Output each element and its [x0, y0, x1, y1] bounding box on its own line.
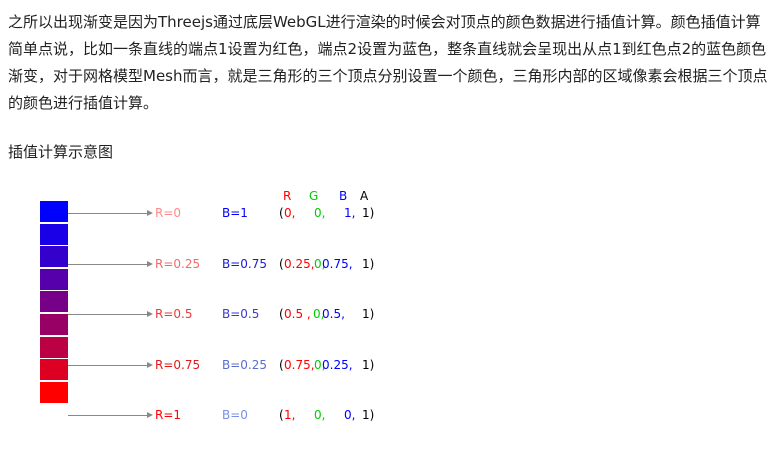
tuple-a-value: 1): [362, 307, 375, 321]
tuple-open-paren: (: [279, 257, 284, 271]
section-title: 插值计算示意图: [8, 143, 114, 161]
blue-value-label: B=0.5: [222, 307, 260, 321]
tuple-open-paren: (: [279, 307, 284, 321]
red-value-label: R=0: [155, 206, 182, 220]
arrow-head-icon: [147, 210, 153, 216]
gradient-cell: [40, 291, 68, 313]
interpolation-diagram: R G B A R=0 B=1 (0, 0, 1, 1) R=0.25 B=0.75 (0.25…: [0, 180, 777, 450]
arrow-head-icon: [147, 261, 153, 267]
tuple-b-value: 0.25,: [322, 358, 353, 372]
tuple-a-value: 1): [362, 408, 375, 422]
gradient-cell: [40, 223, 68, 245]
tuple-g-value: 0,: [314, 408, 326, 422]
tuple-r-value: 1,: [284, 408, 296, 422]
arrow-line: [68, 264, 147, 265]
gradient-cell: [40, 201, 68, 223]
header-r: R: [283, 189, 292, 203]
tuple-a-value: 1): [362, 257, 375, 271]
tuple-r-value: 0.5 ,: [284, 307, 311, 321]
header-a: A: [360, 189, 369, 203]
tuple-open-paren: (: [279, 358, 284, 372]
tuple-b-value: 1,: [344, 206, 356, 220]
tuple-open-paren: (: [279, 408, 284, 422]
blue-value-label: B=0: [222, 408, 248, 422]
gradient-cell: [40, 246, 68, 268]
arrow-head-icon: [147, 412, 153, 418]
tuple-b-value: 0,: [344, 408, 356, 422]
gradient-cell: [40, 359, 68, 381]
arrow-line: [68, 213, 147, 214]
blue-value-label: B=0.25: [222, 358, 268, 372]
red-value-label: R=1: [155, 408, 182, 422]
blue-value-label: B=0.75: [222, 257, 268, 271]
gradient-cell: [40, 268, 68, 290]
arrow-head-icon: [147, 362, 153, 368]
blue-value-label: B=1: [222, 206, 248, 220]
gradient-cell: [40, 381, 68, 403]
red-value-label: R=0.25: [155, 257, 201, 271]
arrow-line: [68, 365, 147, 366]
tuple-a-value: 1): [362, 206, 375, 220]
tuple-b-value: 0.5,: [322, 307, 345, 321]
tuple-a-value: 1): [362, 358, 375, 372]
red-value-label: R=0.5: [155, 307, 193, 321]
tuple-open-paren: (: [279, 206, 284, 220]
tuple-r-value: 0,: [284, 206, 296, 220]
arrow-head-icon: [147, 311, 153, 317]
tuple-r-value: 0.25,: [284, 257, 315, 271]
header-g: G: [309, 189, 319, 203]
header-b: B: [339, 189, 348, 203]
gradient-cell: [40, 336, 68, 358]
tuple-b-value: 0.75,: [322, 257, 353, 271]
tuple-g-value: 0,: [314, 206, 326, 220]
intro-paragraph: 之所以出现渐变是因为Threejs通过底层WebGL进行渲染的时候会对顶点的颜色…: [8, 13, 768, 112]
arrow-line: [68, 314, 147, 315]
arrow-line: [68, 415, 147, 416]
gradient-cell: [40, 314, 68, 336]
tuple-r-value: 0.75,: [284, 358, 315, 372]
red-value-label: R=0.75: [155, 358, 201, 372]
